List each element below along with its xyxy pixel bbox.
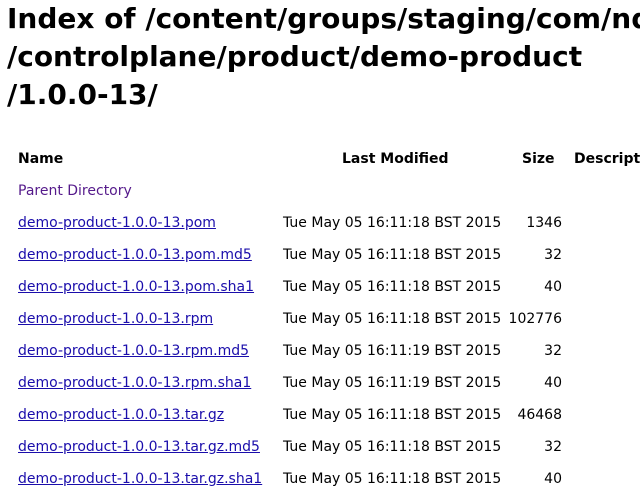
file-link[interactable]: demo-product-1.0.0-13.tar.gz [18, 405, 224, 425]
file-link[interactable]: demo-product-1.0.0-13.tar.gz.sha1 [18, 469, 262, 489]
file-link[interactable]: demo-product-1.0.0-13.pom.sha1 [18, 277, 254, 297]
last-modified-cell: Tue May 05 16:11:18 BST 2015 [283, 311, 502, 327]
column-header-name[interactable]: Name [18, 150, 63, 168]
table-row: demo-product-1.0.0-13.tar.gz.md5 Tue May … [0, 437, 640, 457]
file-link[interactable]: demo-product-1.0.0-13.pom.md5 [18, 245, 252, 265]
file-link[interactable]: demo-product-1.0.0-13.tar.gz.md5 [18, 437, 260, 457]
table-row: demo-product-1.0.0-13.tar.gz.sha1 Tue May… [0, 469, 640, 489]
size-cell: 46468 [517, 407, 562, 423]
table-row: demo-product-1.0.0-13.rpm.sha1 Tue May 05… [0, 373, 640, 393]
last-modified-cell: Tue May 05 16:11:18 BST 2015 [283, 471, 502, 487]
last-modified-cell: Tue May 05 16:11:18 BST 2015 [283, 279, 502, 295]
file-link[interactable]: demo-product-1.0.0-13.rpm [18, 309, 213, 329]
last-modified-cell: Tue May 05 16:11:18 BST 2015 [283, 439, 502, 455]
table-row: demo-product-1.0.0-13.tar.gz Tue May 05 1… [0, 405, 640, 425]
parent-directory-link[interactable]: Parent Directory [18, 181, 132, 201]
size-cell: 40 [544, 471, 562, 487]
column-header-last-modified[interactable]: Last Modified [342, 150, 449, 168]
table-row: demo-product-1.0.0-13.pom Tue May 05 16:1… [0, 213, 640, 233]
page-title-line: /controlplane/product/demo-product [7, 40, 583, 73]
last-modified-cell: Tue May 05 16:11:18 BST 2015 [283, 247, 502, 263]
page-title-line: Index of /content/groups/staging/com/nds [7, 2, 640, 35]
table-row: demo-product-1.0.0-13.pom.sha1 Tue May 05… [0, 277, 640, 297]
last-modified-cell: Tue May 05 16:11:19 BST 2015 [283, 343, 502, 359]
size-cell: 102776 [508, 311, 562, 327]
size-cell: 1346 [526, 215, 562, 231]
size-cell: 32 [544, 439, 562, 455]
size-cell: 40 [544, 375, 562, 391]
table-row: demo-product-1.0.0-13.pom.md5 Tue May 05 … [0, 245, 640, 265]
file-link[interactable]: demo-product-1.0.0-13.rpm.sha1 [18, 373, 251, 393]
table-row: demo-product-1.0.0-13.rpm Tue May 05 16:1… [0, 309, 640, 329]
size-cell: 40 [544, 279, 562, 295]
last-modified-cell: Tue May 05 16:11:18 BST 2015 [283, 215, 502, 231]
file-link[interactable]: demo-product-1.0.0-13.rpm.md5 [18, 341, 249, 361]
size-cell: 32 [544, 247, 562, 263]
file-link[interactable]: demo-product-1.0.0-13.pom [18, 213, 216, 233]
page-title: Index of /content/groups/staging/com/nds… [7, 0, 640, 114]
last-modified-cell: Tue May 05 16:11:18 BST 2015 [283, 407, 502, 423]
page-title-line: /1.0.0-13/ [7, 78, 158, 111]
table-row: demo-product-1.0.0-13.rpm.md5 Tue May 05 … [0, 341, 640, 361]
parent-directory-row: Parent Directory [0, 181, 640, 201]
last-modified-cell: Tue May 05 16:11:19 BST 2015 [283, 375, 502, 391]
column-header-size[interactable]: Size [522, 150, 555, 168]
size-cell: 32 [544, 343, 562, 359]
column-header-description[interactable]: Descripti [574, 150, 640, 168]
